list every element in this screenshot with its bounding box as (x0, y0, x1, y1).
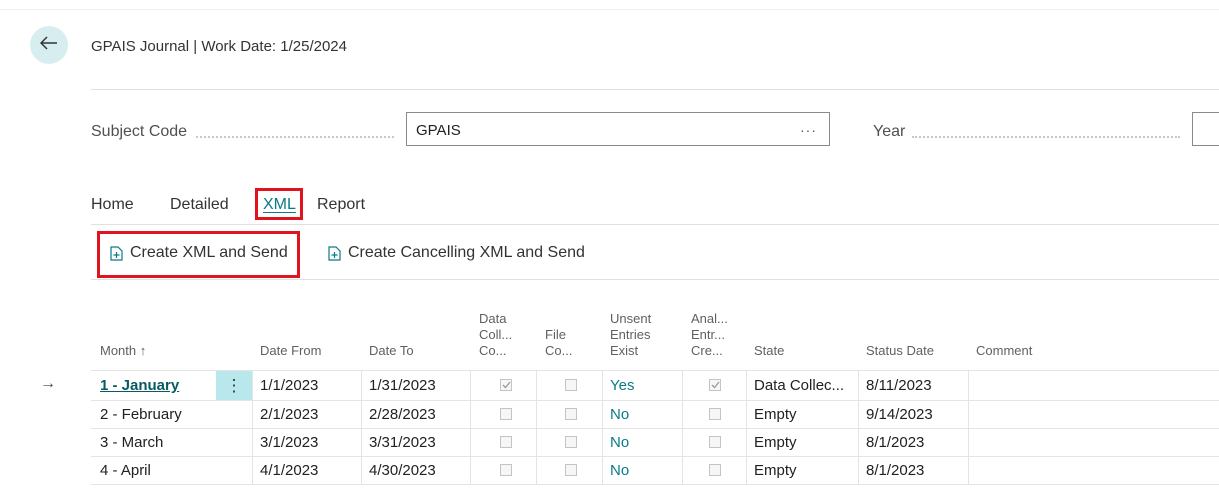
month-cell[interactable]: 1 - January (100, 377, 179, 394)
year-field[interactable] (1192, 112, 1219, 146)
date-from-cell[interactable]: 3/1/2023 (260, 434, 318, 451)
col-divider (968, 370, 969, 484)
row-divider (91, 456, 1219, 457)
file-created-checkbox[interactable] (565, 436, 577, 448)
date-to-cell[interactable]: 1/31/2023 (369, 377, 436, 394)
status-date-cell[interactable]: 8/1/2023 (866, 462, 924, 479)
unsent-entries-cell[interactable]: No (610, 462, 629, 479)
year-label: Year (873, 123, 906, 140)
data-collected-checkbox[interactable] (500, 379, 512, 391)
subject-code-value: GPAIS (416, 122, 461, 139)
col-divider (252, 370, 253, 484)
date-to-cell[interactable]: 2/28/2023 (369, 406, 436, 423)
tab-home[interactable]: Home (91, 196, 134, 214)
state-cell[interactable]: Empty (754, 434, 797, 451)
month-cell[interactable]: 2 - February (100, 406, 182, 423)
col-divider (746, 370, 747, 484)
analytical-entries-checkbox[interactable] (709, 464, 721, 476)
subject-code-lookup-button[interactable]: ··· (800, 122, 817, 138)
top-divider (0, 9, 1219, 10)
col-anal-entries-header[interactable]: Anal... Entr... Cre... (691, 311, 728, 359)
subject-code-leader (196, 136, 394, 138)
status-date-cell[interactable]: 8/11/2023 (866, 377, 932, 394)
col-date-from-header[interactable]: Date From (260, 343, 321, 359)
col-divider (361, 370, 362, 484)
col-month-header[interactable]: Month ↑ (100, 343, 146, 359)
arrow-left-icon (39, 36, 58, 54)
col-file-co-header[interactable]: File Co... (545, 327, 572, 359)
create-xml-highlight (97, 231, 300, 278)
data-collected-checkbox[interactable] (500, 436, 512, 448)
document-plus-icon (328, 245, 341, 261)
file-created-checkbox[interactable] (565, 464, 577, 476)
unsent-entries-cell[interactable]: No (610, 434, 629, 451)
col-unsent-entries-header[interactable]: Unsent Entries Exist (610, 311, 651, 359)
col-state-header[interactable]: State (754, 343, 784, 359)
analytical-entries-checkbox[interactable] (709, 408, 721, 420)
state-cell[interactable]: Empty (754, 406, 797, 423)
subject-code-field[interactable]: GPAIS ··· (406, 112, 830, 146)
create-cancelling-xml-label: Create Cancelling XML and Send (348, 244, 585, 261)
date-from-cell[interactable]: 4/1/2023 (260, 462, 318, 479)
tab-report[interactable]: Report (317, 196, 365, 214)
table-header-divider (91, 370, 1219, 371)
actions-divider (91, 279, 1219, 280)
col-divider (536, 370, 537, 484)
month-cell[interactable]: 4 - April (100, 462, 151, 479)
tabs-divider (91, 224, 1219, 225)
unsent-entries-cell[interactable]: No (610, 406, 629, 423)
subject-code-label: Subject Code (91, 123, 188, 140)
tab-xml-highlight (255, 188, 303, 220)
date-from-cell[interactable]: 2/1/2023 (260, 406, 318, 423)
data-collected-checkbox[interactable] (500, 464, 512, 476)
col-data-coll-header[interactable]: Data Coll... Co... (479, 311, 512, 359)
col-divider (470, 370, 471, 484)
analytical-entries-checkbox[interactable] (709, 436, 721, 448)
data-collected-checkbox[interactable] (500, 408, 512, 420)
date-from-cell[interactable]: 1/1/2023 (260, 377, 318, 394)
year-leader (912, 136, 1180, 138)
row-divider (91, 484, 1219, 485)
create-cancelling-xml-and-send-button[interactable]: Create Cancelling XML and Send (328, 244, 585, 262)
unsent-entries-cell[interactable]: Yes (610, 377, 634, 394)
month-cell[interactable]: 3 - March (100, 434, 163, 451)
status-date-cell[interactable]: 8/1/2023 (866, 434, 924, 451)
col-divider (858, 370, 859, 484)
col-date-to-header[interactable]: Date To (369, 343, 414, 359)
row-divider (91, 400, 1219, 401)
file-created-checkbox[interactable] (565, 379, 577, 391)
tab-detailed[interactable]: Detailed (170, 196, 229, 214)
status-date-cell[interactable]: 9/14/2023 (866, 406, 933, 423)
date-to-cell[interactable]: 3/31/2023 (369, 434, 436, 451)
header-divider (91, 89, 1219, 90)
date-to-cell[interactable]: 4/30/2023 (369, 462, 436, 479)
col-status-date-header[interactable]: Status Date (866, 343, 934, 359)
col-divider (682, 370, 683, 484)
more-vertical-icon: ⋮ (225, 375, 243, 395)
file-created-checkbox[interactable] (565, 408, 577, 420)
back-button[interactable] (30, 26, 68, 64)
selected-row-arrow-icon: → (40, 375, 56, 392)
page-title: GPAIS Journal | Work Date: 1/25/2024 (91, 38, 347, 55)
state-cell[interactable]: Data Collec... (754, 377, 844, 394)
row-actions-button[interactable]: ⋮ (216, 371, 252, 400)
state-cell[interactable]: Empty (754, 462, 797, 479)
row-divider (91, 428, 1219, 429)
analytical-entries-checkbox[interactable] (709, 379, 721, 391)
col-divider (602, 370, 603, 484)
col-comment-header[interactable]: Comment (976, 343, 1032, 359)
